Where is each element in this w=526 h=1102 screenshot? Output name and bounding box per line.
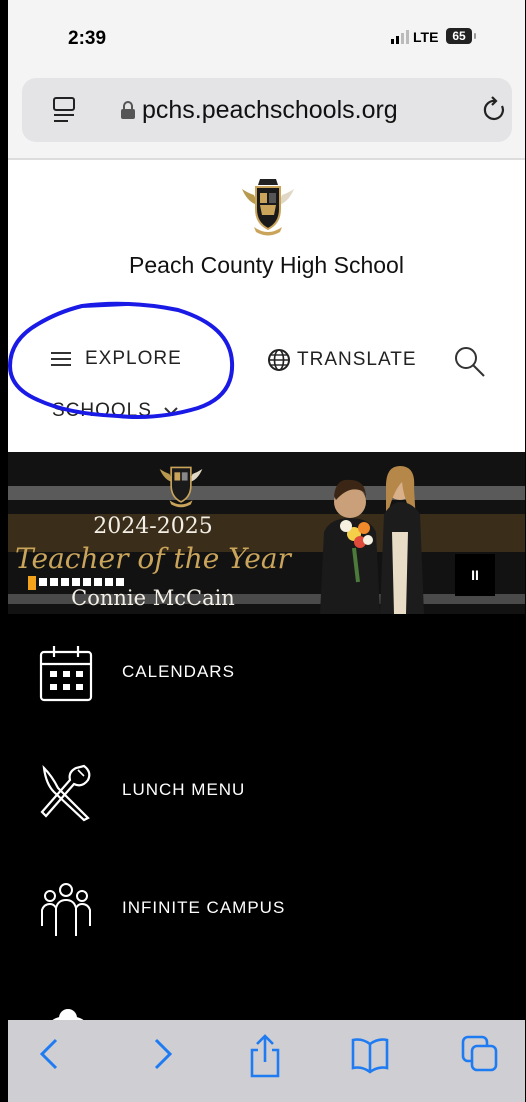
school-name[interactable]: Peach County High School [8,252,525,279]
teacher-photo [320,466,424,614]
slide-dot[interactable] [105,578,113,586]
chevron-down-icon [164,407,178,416]
search-icon[interactable] [452,344,486,378]
forward-icon[interactable] [148,1034,178,1074]
back-icon[interactable] [34,1034,64,1074]
battery-icon: 65 [446,28,476,44]
quick-link-lunch-menu[interactable]: LUNCH MENU [8,732,525,851]
slide-dot[interactable] [72,578,80,586]
hero-banner[interactable]: 2024-2025 Teacher of the Year Connie McC… [8,452,525,614]
slide-dot[interactable] [94,578,102,586]
status-time: 2:39 [68,28,107,49]
translate-label: TRANSLATE [297,349,417,370]
slide-dot[interactable] [50,578,58,586]
banner-stripe [8,486,525,500]
slide-dot[interactable] [39,578,47,586]
quick-link-infinite-campus[interactable]: INFINITE CAMPUS [8,850,525,969]
lock-icon [121,101,135,119]
address-bar[interactable]: pchs.peachschools.org [22,78,512,142]
slide-dot[interactable] [28,576,36,590]
explore-label: EXPLORE [85,348,182,369]
explore-menu-button[interactable]: EXPLORE [51,348,182,370]
banner-crest-logo [159,466,203,508]
banner-year: 2024-2025 [93,514,213,539]
fork-knife-icon [40,764,91,822]
reload-icon[interactable] [482,96,508,124]
banner-title: Teacher of the Year [15,542,291,575]
browser-address-area: pchs.peachschools.org [8,70,525,160]
hamburger-icon [51,352,71,366]
translate-button[interactable]: TRANSLATE [267,348,417,372]
school-crest-logo[interactable] [240,175,296,237]
site-nav: EXPLORE TRANSLATE [8,340,525,380]
reader-mode-icon[interactable] [52,96,76,124]
phone-screen: 2:39 LTE 65 pchs.peachschools.org Peach … [8,0,525,1102]
pause-button[interactable]: II [455,554,495,596]
people-icon [41,883,91,936]
bookmarks-icon[interactable] [350,1034,390,1074]
address-divider [8,158,525,160]
slide-dot[interactable] [61,578,69,586]
quick-link-label: CALENDARS [122,662,235,681]
browser-toolbar [8,1020,525,1102]
tabs-icon[interactable] [460,1034,500,1074]
signal-icon [391,30,409,44]
calendar-icon [39,646,93,702]
slide-dot[interactable] [83,578,91,586]
url-text[interactable]: pchs.peachschools.org [142,96,398,125]
status-bar: 2:39 LTE 65 [8,0,525,70]
share-icon[interactable] [248,1034,282,1078]
globe-icon [268,349,290,371]
quick-link-label: INFINITE CAMPUS [122,898,286,917]
slide-dot[interactable] [116,578,124,586]
slide-indicators[interactable] [28,576,124,590]
network-label: LTE [413,29,439,45]
schools-label: SCHOOLS [52,400,152,421]
quick-link-calendars[interactable]: CALENDARS [8,614,525,733]
quick-link-label: LUNCH MENU [122,780,246,799]
schools-menu-button[interactable]: SCHOOLS [52,400,178,422]
